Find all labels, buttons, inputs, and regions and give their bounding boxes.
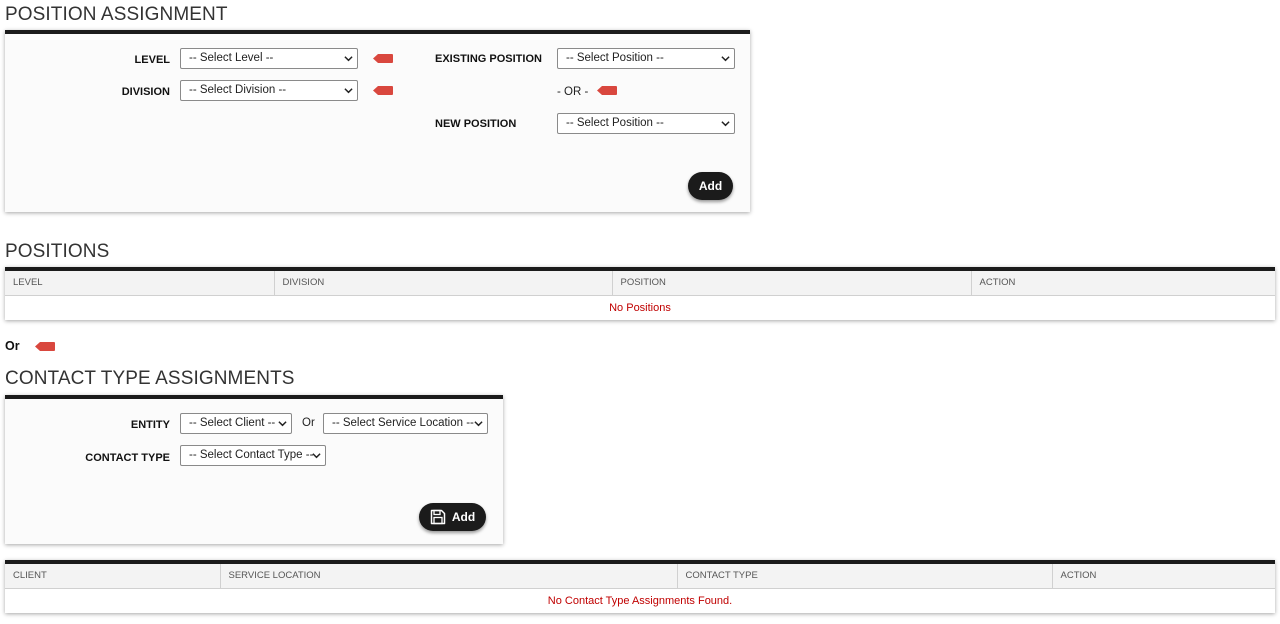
- contact-type-empty-message: No Contact Type Assignments Found.: [547, 594, 733, 607]
- level-label: LEVEL: [134, 54, 170, 66]
- column-header-client[interactable]: CLIENT: [5, 562, 221, 589]
- chevron-down-icon: [312, 453, 321, 459]
- contact-type-label: CONTACT TYPE: [85, 452, 170, 464]
- table-row: No Positions: [5, 295, 1275, 320]
- chevron-down-icon: [278, 421, 287, 427]
- existing-position-label: EXISTING POSITION: [435, 53, 542, 65]
- tag-pin-icon: [597, 86, 617, 95]
- new-position-label: NEW POSITION: [435, 118, 517, 130]
- existing-position-select[interactable]: -- Select Position --: [557, 48, 735, 69]
- contact-type-select[interactable]: -- Select Contact Type --: [180, 445, 326, 466]
- chevron-down-icon: [474, 421, 483, 427]
- table-header-row: CLIENT SERVICE LOCATION CONTACT TYPE ACT…: [5, 562, 1275, 589]
- new-position-select-value: -- Select Position --: [566, 117, 664, 129]
- add-contact-type-button[interactable]: Add: [419, 503, 486, 531]
- chevron-down-icon: [344, 56, 353, 62]
- tag-pin-icon: [373, 54, 393, 63]
- tag-pin-icon: [373, 86, 393, 95]
- column-header-division[interactable]: DIVISION: [274, 269, 613, 296]
- division-select-value: -- Select Division --: [189, 84, 287, 96]
- positions-table: LEVEL DIVISION POSITION ACTION No Positi…: [5, 267, 1275, 320]
- level-select-value: -- Select Level --: [189, 52, 274, 64]
- add-contact-type-button-label: Add: [451, 510, 476, 524]
- position-assignment-panel: LEVEL -- Select Level -- DIVISION -- Sel…: [5, 30, 750, 212]
- service-location-select-value: -- Select Service Location --: [332, 417, 474, 429]
- contact-type-table: CLIENT SERVICE LOCATION CONTACT TYPE ACT…: [5, 560, 1275, 613]
- positions-empty-message: No Positions: [609, 301, 671, 314]
- client-select-value: -- Select Client --: [189, 417, 276, 429]
- column-header-service-location[interactable]: SERVICE LOCATION: [220, 562, 678, 589]
- chevron-down-icon: [344, 88, 353, 94]
- add-position-button-label: Add: [698, 179, 723, 193]
- level-select[interactable]: -- Select Level --: [180, 48, 358, 69]
- division-label: DIVISION: [121, 86, 170, 98]
- division-select[interactable]: -- Select Division --: [180, 80, 358, 101]
- contact-type-assignments-panel: ENTITY -- Select Client -- Or -- Select …: [5, 395, 503, 544]
- or-separator: Or: [5, 339, 20, 353]
- existing-position-select-value: -- Select Position --: [566, 52, 664, 64]
- position-assignment-title: POSITION ASSIGNMENT: [5, 4, 228, 25]
- column-header-contact-type[interactable]: CONTACT TYPE: [677, 562, 1053, 589]
- positions-title: POSITIONS: [5, 241, 110, 262]
- column-header-action: ACTION: [971, 269, 1275, 296]
- service-location-select[interactable]: -- Select Service Location --: [323, 413, 488, 434]
- floppy-disk-icon: [430, 509, 446, 525]
- or-text: - OR -: [557, 86, 589, 98]
- contact-type-select-value: -- Select Contact Type --: [189, 449, 314, 461]
- tag-pin-icon: [35, 342, 55, 351]
- entity-or-text: Or: [302, 417, 315, 429]
- column-header-position[interactable]: POSITION: [612, 269, 972, 296]
- add-position-button[interactable]: Add: [688, 172, 733, 200]
- column-header-action: ACTION: [1052, 562, 1275, 589]
- new-position-select[interactable]: -- Select Position --: [557, 113, 735, 134]
- client-select[interactable]: -- Select Client --: [180, 413, 292, 434]
- contact-type-assignments-title: CONTACT TYPE ASSIGNMENTS: [5, 368, 295, 389]
- chevron-down-icon: [721, 121, 730, 127]
- table-row: No Contact Type Assignments Found.: [5, 588, 1275, 613]
- column-header-level[interactable]: LEVEL: [5, 269, 275, 296]
- table-header-row: LEVEL DIVISION POSITION ACTION: [5, 269, 1275, 296]
- chevron-down-icon: [721, 56, 730, 62]
- entity-label: ENTITY: [130, 419, 170, 431]
